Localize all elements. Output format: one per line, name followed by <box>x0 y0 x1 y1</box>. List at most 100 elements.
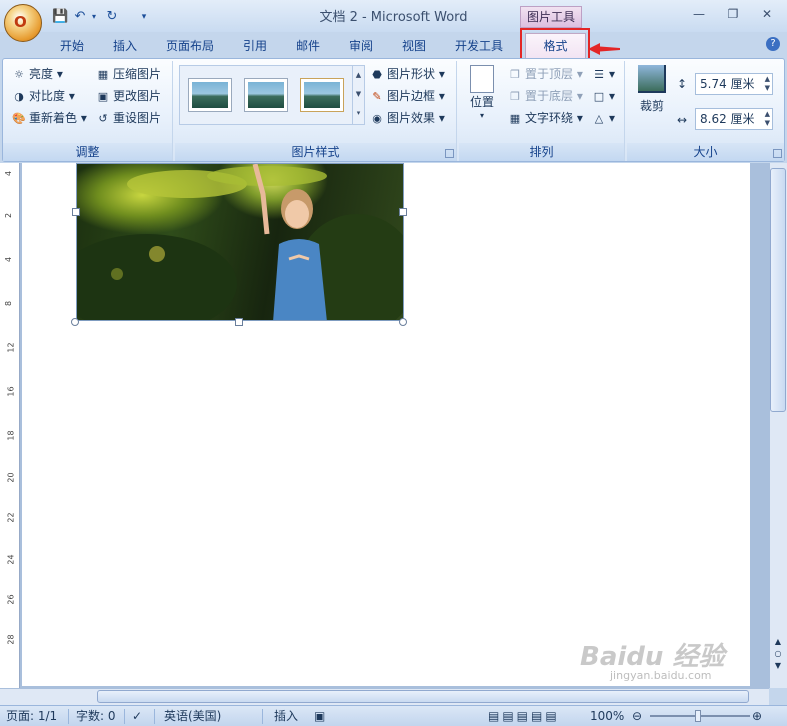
girl-photo <box>77 164 403 320</box>
minimize-icon[interactable]: — <box>688 6 710 22</box>
height-input[interactable]: 5.74 厘米 ▲ ▼ <box>695 73 773 95</box>
page-count[interactable]: 页面: 1/1 <box>6 708 57 725</box>
tab-view[interactable]: 视图 <box>402 36 426 56</box>
proofing-icon[interactable]: ✓ <box>132 708 142 725</box>
ruler-number: 26 <box>6 594 16 605</box>
bring-to-front-label: 置于顶层 <box>525 67 574 81</box>
picture-effects-icon: ◉ <box>372 111 382 125</box>
help-icon[interactable]: ? <box>766 37 780 51</box>
watermark-url: jingyan.baidu.com <box>610 669 712 682</box>
tab-review[interactable]: 审阅 <box>349 36 373 56</box>
inserted-picture[interactable] <box>76 163 404 321</box>
brightness-label: 亮度 <box>29 67 54 81</box>
ruler-number: 4 <box>4 170 14 177</box>
text-wrap-button[interactable]: ▦ 文字环绕 ▾ <box>507 109 583 127</box>
recolor-button[interactable]: 🎨 重新着色 ▾ <box>11 109 87 127</box>
width-spinner-icon[interactable]: ▲ ▼ <box>765 110 770 128</box>
compress-label: 压缩图片 <box>113 67 162 81</box>
tab-references[interactable]: 引用 <box>243 36 267 56</box>
picture-style-gallery: ▲ ▼ ▾ <box>179 65 365 125</box>
contrast-button[interactable]: ◑ 对比度 ▾ <box>11 87 75 105</box>
gallery-scroll[interactable]: ▲ ▼ ▾ <box>352 66 364 124</box>
reset-picture-button[interactable]: ↺ 重设图片 <box>95 109 161 127</box>
height-spinner-icon[interactable]: ▲ ▼ <box>765 75 770 93</box>
zoom-out-icon[interactable]: ⊖ <box>632 708 642 725</box>
style-thumb-3[interactable] <box>300 78 344 112</box>
change-picture-button[interactable]: ▣ 更改图片 <box>95 87 161 105</box>
watermark-text: Baidu 经验 <box>580 642 725 672</box>
zoom-slider-thumb[interactable] <box>695 710 701 722</box>
resize-handle[interactable] <box>71 318 79 326</box>
send-to-back-button[interactable]: ❐ 置于底层 ▾ <box>507 87 583 105</box>
position-button[interactable]: 位置 ▾ <box>467 65 497 121</box>
group-label-arrange: 排列 <box>459 143 624 161</box>
resize-handle[interactable] <box>399 318 407 326</box>
crop-label: 裁剪 <box>639 99 664 113</box>
close-icon[interactable]: ✕ <box>756 6 778 22</box>
dialog-launcher-icon[interactable] <box>445 149 454 158</box>
send-to-back-icon: ❐ <box>510 89 520 103</box>
compress-icon: ▦ <box>97 67 109 81</box>
tab-mailings[interactable]: 邮件 <box>296 36 320 56</box>
resize-handle[interactable] <box>399 208 407 216</box>
align-button[interactable]: ☰ ▾ <box>591 65 615 83</box>
group-label-adjust: 调整 <box>3 143 172 161</box>
recolor-icon: 🎨 <box>12 111 26 125</box>
view-buttons-icon[interactable]: ▤▤▤▤▤ <box>488 708 560 725</box>
position-dropdown-icon: ▾ <box>479 111 484 120</box>
compress-pictures-button[interactable]: ▦ 压缩图片 <box>95 65 161 83</box>
picture-border-icon: ✎ <box>372 89 382 103</box>
group-label-size: 大小 <box>627 143 784 161</box>
resize-handle[interactable] <box>72 208 80 216</box>
picture-shape-button[interactable]: ⬣ 图片形状 ▾ <box>369 65 445 83</box>
insert-mode[interactable]: 插入 <box>274 708 298 725</box>
picture-shape-label: 图片形状 <box>387 67 436 81</box>
ruler-number: 28 <box>6 634 16 645</box>
ruler-number: 16 <box>6 386 16 397</box>
bring-to-front-button[interactable]: ❐ 置于顶层 ▾ <box>507 65 583 83</box>
brightness-button[interactable]: ☼ 亮度 ▾ <box>11 65 63 83</box>
ruler-number: 20 <box>6 472 16 483</box>
width-icon: ↔ <box>677 113 688 127</box>
rotate-button[interactable]: △ ▾ <box>591 109 615 127</box>
picture-border-label: 图片边框 <box>387 89 436 103</box>
style-thumb-2[interactable] <box>244 78 288 112</box>
picture-border-button[interactable]: ✎ 图片边框 ▾ <box>369 87 444 105</box>
style-thumb-1[interactable] <box>188 78 232 112</box>
width-value: 8.62 厘米 <box>700 112 755 126</box>
tab-page-layout[interactable]: 页面布局 <box>166 36 214 56</box>
zoom-in-icon[interactable]: ⊕ <box>752 708 762 725</box>
contrast-label: 对比度 <box>29 89 66 103</box>
tab-insert[interactable]: 插入 <box>113 36 137 56</box>
brightness-icon: ☼ <box>14 67 24 81</box>
pointer-arrow-icon <box>588 43 620 55</box>
reset-picture-label: 重设图片 <box>113 111 162 125</box>
width-input[interactable]: 8.62 厘米 ▲ ▼ <box>695 108 773 130</box>
text-wrap-icon: ▦ <box>509 111 521 125</box>
tab-home[interactable]: 开始 <box>60 36 84 56</box>
language[interactable]: 英语(美国) <box>164 708 221 725</box>
ruler-number: 8 <box>4 300 14 307</box>
macro-record-icon[interactable]: ▣ <box>314 708 325 725</box>
height-value: 5.74 厘米 <box>700 77 755 91</box>
status-bar: 页面: 1/1 字数: 0 ✓ 英语(美国) 插入 ▣ ▤▤▤▤▤ 100% ⊖… <box>0 705 787 726</box>
tab-developer[interactable]: 开发工具 <box>455 36 503 56</box>
word-count[interactable]: 字数: 0 <box>76 708 116 725</box>
crop-button[interactable]: 裁剪 <box>633 65 671 121</box>
reset-picture-icon: ↺ <box>98 111 108 125</box>
resize-handle[interactable] <box>235 318 243 326</box>
group-objects-button[interactable]: □ ▾ <box>591 87 615 105</box>
zoom-level[interactable]: 100% <box>590 708 624 725</box>
status-separator <box>68 709 69 724</box>
office-button[interactable]: O <box>4 4 42 42</box>
vertical-scroll-thumb[interactable] <box>770 168 786 412</box>
size-dialog-launcher-icon[interactable] <box>773 149 782 158</box>
crop-icon <box>638 65 666 93</box>
position-icon <box>470 65 494 93</box>
ribbon: ☼ 亮度 ▾ ◑ 对比度 ▾ 🎨 重新着色 ▾ ▦ 压缩图片 ▣ 更改图片 ↺ 重设图片 调… <box>2 58 785 162</box>
change-picture-label: 更改图片 <box>113 89 162 103</box>
picture-effects-button[interactable]: ◉ 图片效果 ▾ <box>369 109 445 127</box>
browse-object-icon[interactable]: ▲ ○ ▼ <box>771 636 785 684</box>
send-to-back-label: 置于底层 <box>525 89 574 103</box>
maximize-icon[interactable]: ❐ <box>722 6 744 22</box>
